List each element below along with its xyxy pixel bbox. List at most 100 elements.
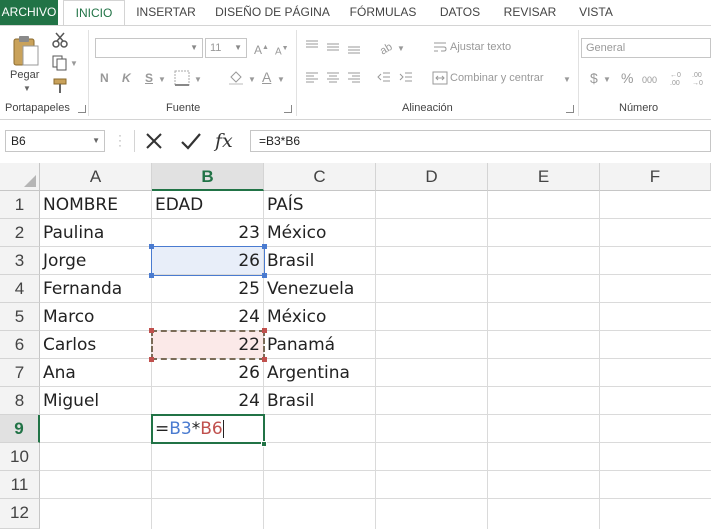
- row-header-5[interactable]: 5: [0, 303, 40, 331]
- cell-b7[interactable]: 26: [152, 359, 264, 387]
- cell-b5[interactable]: 24: [152, 303, 264, 331]
- paste-button[interactable]: Pegar ▼: [4, 28, 46, 94]
- row-header-10[interactable]: 10: [0, 443, 40, 471]
- row-header-2[interactable]: 2: [0, 219, 40, 247]
- align-top-icon[interactable]: [304, 39, 320, 55]
- italic-button[interactable]: K: [122, 70, 131, 86]
- cell-b4[interactable]: 25: [152, 275, 264, 303]
- worksheet-grid[interactable]: A B C D E F 1 2 3 4 5 6 7 8 9 10 11 12 N…: [0, 163, 711, 529]
- reference-handle[interactable]: [149, 244, 154, 249]
- column-header-f[interactable]: F: [600, 163, 711, 191]
- row-header-6[interactable]: 6: [0, 331, 40, 359]
- cell-c4[interactable]: Venezuela: [264, 275, 376, 303]
- select-all-button[interactable]: [0, 163, 40, 191]
- cut-icon[interactable]: [52, 32, 68, 48]
- fill-color-icon[interactable]: [228, 69, 244, 85]
- row-header-12[interactable]: 12: [0, 499, 40, 529]
- copy-icon[interactable]: [52, 55, 68, 71]
- merge-center-button[interactable]: Combinar y centrar: [450, 70, 544, 86]
- chevron-down-icon[interactable]: ▼: [277, 72, 285, 88]
- tab-vista[interactable]: VISTA: [571, 0, 621, 25]
- increase-indent-icon[interactable]: [398, 70, 414, 86]
- decrease-indent-icon[interactable]: [376, 70, 392, 86]
- fill-handle[interactable]: [261, 441, 267, 447]
- column-header-d[interactable]: D: [376, 163, 488, 191]
- number-format-select[interactable]: General: [581, 38, 711, 58]
- column-header-b[interactable]: B: [152, 163, 264, 191]
- column-header-a[interactable]: A: [40, 163, 152, 191]
- tab-insertar[interactable]: INSERTAR: [133, 0, 199, 25]
- align-center-icon[interactable]: [325, 70, 341, 86]
- chevron-down-icon[interactable]: ▼: [563, 72, 571, 88]
- tab-diseno-pagina[interactable]: DISEÑO DE PÁGINA: [210, 0, 335, 25]
- tab-inicio[interactable]: INICIO: [63, 0, 125, 26]
- chevron-down-icon[interactable]: ▼: [158, 72, 166, 88]
- align-left-icon[interactable]: [304, 70, 320, 86]
- reference-handle[interactable]: [262, 328, 267, 333]
- text-orientation-icon[interactable]: ab: [378, 39, 394, 55]
- cell-a3[interactable]: Jorge: [40, 247, 152, 275]
- cancel-icon[interactable]: [143, 130, 165, 152]
- cell-a6[interactable]: Carlos: [40, 331, 152, 359]
- cell-a1[interactable]: NOMBRE: [40, 191, 152, 219]
- chevron-down-icon[interactable]: ▼: [248, 72, 256, 88]
- font-size-select[interactable]: 11 ▼: [205, 38, 247, 58]
- currency-button[interactable]: $: [590, 70, 598, 86]
- align-middle-icon[interactable]: [325, 39, 341, 55]
- increase-decimal-icon[interactable]: ←0.00: [670, 70, 686, 86]
- thousands-separator-button[interactable]: 000: [642, 72, 657, 88]
- reference-handle[interactable]: [149, 328, 154, 333]
- borders-icon[interactable]: [174, 70, 190, 86]
- tab-formulas[interactable]: FÓRMULAS: [344, 0, 422, 25]
- cell-c6[interactable]: Panamá: [264, 331, 376, 359]
- reference-handle[interactable]: [262, 273, 267, 278]
- cell-c3[interactable]: Brasil: [264, 247, 376, 275]
- row-header-11[interactable]: 11: [0, 471, 40, 499]
- align-bottom-icon[interactable]: [346, 39, 362, 55]
- column-header-c[interactable]: C: [264, 163, 376, 191]
- decrease-font-icon[interactable]: A▼: [275, 41, 289, 60]
- merge-center-icon[interactable]: [432, 70, 448, 86]
- cell-a7[interactable]: Ana: [40, 359, 152, 387]
- insert-function-icon[interactable]: fx: [215, 130, 241, 152]
- bold-button[interactable]: N: [100, 70, 109, 86]
- cell-b8[interactable]: 24: [152, 387, 264, 415]
- tab-revisar[interactable]: REVISAR: [497, 0, 563, 25]
- row-header-9[interactable]: 9: [0, 415, 40, 443]
- align-right-icon[interactable]: [346, 70, 362, 86]
- cell-a5[interactable]: Marco: [40, 303, 152, 331]
- increase-font-icon[interactable]: A▲: [254, 40, 269, 58]
- wrap-text-button[interactable]: Ajustar texto: [450, 39, 511, 55]
- resize-handle-icon[interactable]: · · ·: [118, 129, 122, 151]
- dialog-launcher-icon[interactable]: [284, 105, 292, 113]
- column-header-e[interactable]: E: [488, 163, 600, 191]
- reference-handle[interactable]: [262, 357, 267, 362]
- row-header-3[interactable]: 3: [0, 247, 40, 275]
- decrease-decimal-icon[interactable]: .00→0: [692, 70, 708, 86]
- enter-check-icon[interactable]: [179, 130, 203, 152]
- underline-button[interactable]: S: [145, 70, 153, 86]
- chevron-down-icon[interactable]: ▼: [603, 72, 611, 88]
- tab-datos[interactable]: DATOS: [432, 0, 488, 25]
- chevron-down-icon[interactable]: ▼: [194, 72, 202, 88]
- name-box[interactable]: B6 ▼: [5, 130, 105, 152]
- chevron-down-icon[interactable]: ▼: [70, 56, 78, 72]
- cell-c7[interactable]: Argentina: [264, 359, 376, 387]
- reference-handle[interactable]: [262, 244, 267, 249]
- row-header-1[interactable]: 1: [0, 191, 40, 219]
- dialog-launcher-icon[interactable]: [78, 105, 86, 113]
- percent-button[interactable]: %: [621, 70, 633, 86]
- font-color-icon[interactable]: A: [262, 69, 271, 85]
- cell-c8[interactable]: Brasil: [264, 387, 376, 415]
- cell-b2[interactable]: 23: [152, 219, 264, 247]
- cell-c5[interactable]: México: [264, 303, 376, 331]
- row-header-7[interactable]: 7: [0, 359, 40, 387]
- format-painter-icon[interactable]: [52, 78, 68, 94]
- cell-a2[interactable]: Paulina: [40, 219, 152, 247]
- wrap-text-icon[interactable]: [432, 39, 448, 55]
- cell-a4[interactable]: Fernanda: [40, 275, 152, 303]
- cell-a8[interactable]: Miguel: [40, 387, 152, 415]
- cell-b1[interactable]: EDAD: [152, 191, 264, 219]
- chevron-down-icon[interactable]: ▼: [397, 41, 405, 57]
- font-name-select[interactable]: ▼: [95, 38, 203, 58]
